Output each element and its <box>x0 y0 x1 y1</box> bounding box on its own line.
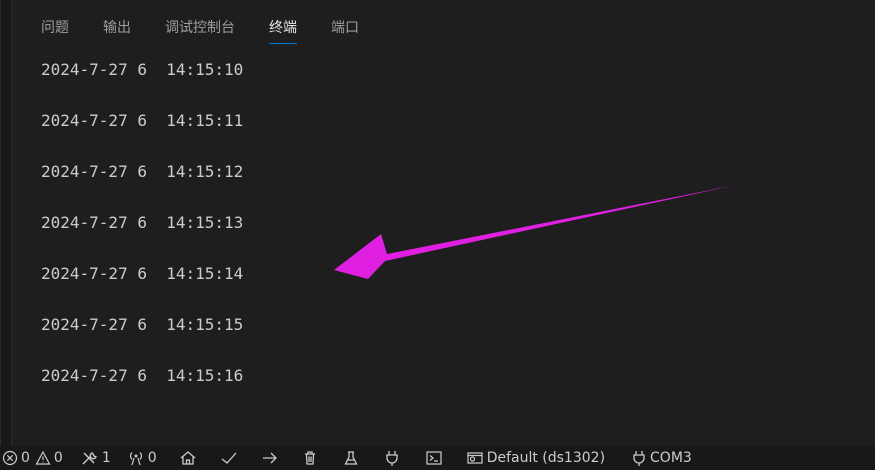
tools-count: 1 <box>101 450 111 466</box>
home-icon <box>179 450 197 466</box>
tab-ports[interactable]: 端口 <box>331 14 359 42</box>
tab-problems[interactable]: 问题 <box>41 14 69 42</box>
terminal-line: 2024-7-27 6 14:15:16 <box>41 366 244 385</box>
ports-count: 0 <box>147 450 157 466</box>
clean-button[interactable] <box>298 446 325 470</box>
home-button[interactable] <box>175 446 204 470</box>
tools-status[interactable]: 1 <box>77 446 115 470</box>
radio-tower-icon <box>127 450 145 466</box>
test-button[interactable] <box>339 446 366 470</box>
terminal-output[interactable]: 2024-7-27 6 14:15:10 2024-7-27 6 14:15:1… <box>41 56 243 413</box>
terminal-icon <box>425 450 443 466</box>
problems-status[interactable]: 0 0 <box>0 446 67 470</box>
warning-count: 0 <box>53 450 63 466</box>
plug-icon <box>384 450 400 466</box>
terminal-line: 2024-7-27 6 14:15:11 <box>41 111 244 130</box>
terminal-line: 2024-7-27 6 14:15:14 <box>41 264 244 283</box>
panel-tabs: 问题 输出 调试控制台 终端 端口 <box>41 14 393 46</box>
verify-button[interactable] <box>216 446 245 470</box>
port-selector[interactable]: COM3 <box>627 446 696 470</box>
terminal-line: 2024-7-27 6 14:15:13 <box>41 213 244 232</box>
upload-button[interactable] <box>257 446 286 470</box>
trash-icon <box>302 450 318 466</box>
tab-output[interactable]: 输出 <box>103 14 131 42</box>
annotation-arrow-shape <box>334 185 736 279</box>
terminal-line: 2024-7-27 6 14:15:10 <box>41 60 244 79</box>
error-circle-icon <box>2 450 18 466</box>
error-count: 0 <box>21 450 30 466</box>
arrow-right-icon <box>261 450 279 466</box>
terminal-line: 2024-7-27 6 14:15:15 <box>41 315 244 334</box>
warning-triangle-icon <box>35 450 51 466</box>
tab-terminal[interactable]: 终端 <box>269 14 297 44</box>
terminal-line: 2024-7-27 6 14:15:12 <box>41 162 244 181</box>
ports-status[interactable]: 0 <box>123 446 161 470</box>
config-label: Default (ds1302) <box>486 450 606 466</box>
port-label: COM3 <box>650 450 692 466</box>
serial-monitor-button[interactable] <box>380 446 407 470</box>
tools-icon <box>81 450 99 466</box>
plug-icon <box>631 450 647 466</box>
tab-debug-console[interactable]: 调试控制台 <box>165 14 235 42</box>
terminal-button[interactable] <box>421 446 450 470</box>
left-gutter <box>1 0 12 446</box>
check-icon <box>220 450 238 466</box>
settings-window-icon <box>466 450 484 466</box>
flask-icon <box>343 450 359 466</box>
status-bar: 0 0 1 0 Default (ds1302) COM3 <box>0 446 875 470</box>
config-selector[interactable]: Default (ds1302) <box>462 446 609 470</box>
terminal-panel: 问题 输出 调试控制台 终端 端口 2024-7-27 6 14:15:10 2… <box>0 0 875 446</box>
